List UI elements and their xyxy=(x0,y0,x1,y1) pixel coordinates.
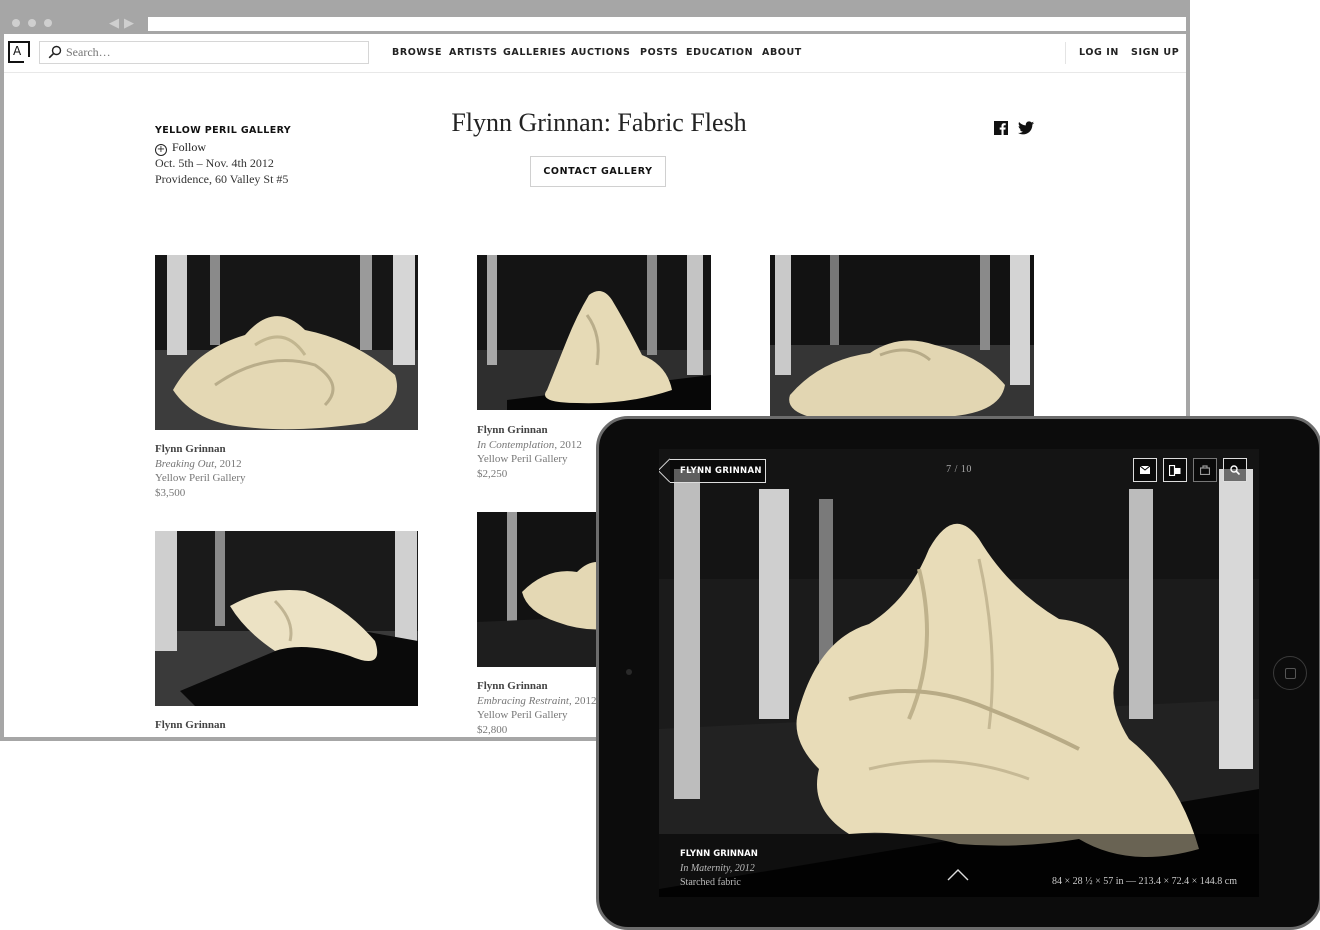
artwork-artist-link[interactable]: Flynn Grinnan xyxy=(155,442,246,457)
signup-link[interactable]: SIGN UP xyxy=(1131,47,1179,58)
plus-circle-icon: + xyxy=(155,144,167,156)
search-icon xyxy=(1230,465,1240,475)
top-nav: A BROWSE ARTISTS GALLERIES AUCTIONS POST… xyxy=(4,34,1186,73)
artwork-price: $2,250 xyxy=(477,467,508,480)
caption-title: In Maternity, 2012 xyxy=(680,862,755,874)
tablet-home-button[interactable] xyxy=(1273,656,1307,690)
sculpture-photo xyxy=(155,531,418,706)
artwork-artist-link[interactable]: Flynn Grinnan xyxy=(477,679,596,694)
artsy-logo-icon[interactable]: A xyxy=(8,41,30,63)
sculpture-photo xyxy=(155,255,418,430)
image-pager: 7 / 10 xyxy=(946,464,972,475)
search-box[interactable] xyxy=(39,41,369,64)
artwork-caption: Flynn Grinnan In Contemplation, 2012 Yel… xyxy=(477,423,582,481)
browser-chrome: ◀ ▶ xyxy=(4,0,1186,34)
window-close-dot[interactable] xyxy=(12,19,20,27)
artwork-image-in-contemplation[interactable] xyxy=(477,255,711,410)
bag-icon xyxy=(1200,465,1210,475)
nav-artists[interactable]: ARTISTS xyxy=(449,47,498,58)
artwork-caption: Flynn Grinnan Embracing Restraint, 2012 … xyxy=(477,679,596,737)
back-to-artist-button[interactable]: FLYNN GRINNAN xyxy=(670,459,766,483)
artwork-caption: Flynn Grinnan Breaking Out, 2012 Yellow … xyxy=(155,442,246,500)
artwork-dimensions: 84 × 28 ½ × 57 in — 213.4 × 72.4 × 144.8… xyxy=(1051,876,1237,887)
tablet-caption: FLYNN GRINNAN In Maternity, 2012 Starche… xyxy=(680,847,758,891)
chevron-up-icon[interactable] xyxy=(947,869,969,881)
tablet-screen: FLYNN GRINNAN 7 / 10 FLYNN GRINNAN In Ma… xyxy=(659,449,1259,897)
nav-posts[interactable]: POSTS xyxy=(640,47,678,58)
artwork-image-4[interactable] xyxy=(155,531,418,706)
window-zoom-dot[interactable] xyxy=(44,19,52,27)
contact-gallery-button[interactable]: CONTACT GALLERY xyxy=(530,156,666,187)
artwork-gallery: Yellow Peril Gallery xyxy=(155,472,246,484)
twitter-icon[interactable] xyxy=(1018,121,1034,135)
artwork-gallery: Yellow Peril Gallery xyxy=(477,709,568,721)
share-icon xyxy=(1169,464,1181,476)
artwork-price: $2,800 xyxy=(477,723,508,736)
tablet-camera xyxy=(626,669,632,675)
nav-browse[interactable]: BROWSE xyxy=(392,47,442,58)
mail-button[interactable] xyxy=(1133,458,1157,482)
share-button[interactable] xyxy=(1163,458,1187,482)
gallery-name-link[interactable]: YELLOW PERIL GALLERY xyxy=(155,125,291,136)
mail-icon xyxy=(1140,466,1150,474)
search-input[interactable] xyxy=(66,43,356,62)
follow-button[interactable]: + Follow xyxy=(155,140,206,156)
nav-auctions[interactable]: AUCTIONS xyxy=(571,47,630,58)
search-button[interactable] xyxy=(1223,458,1247,482)
sculpture-photo xyxy=(770,255,1034,417)
nav-galleries[interactable]: GALLERIES xyxy=(503,47,566,58)
artwork-gallery: Yellow Peril Gallery xyxy=(477,453,568,465)
artwork-price: $3,500 xyxy=(155,486,186,499)
artwork-title[interactable]: Embracing Restraint xyxy=(477,695,569,707)
artwork-fullscreen-image[interactable] xyxy=(659,449,1259,897)
artwork-year: , 2012 xyxy=(554,438,582,451)
browser-back-icon[interactable]: ◀ xyxy=(109,16,119,31)
artwork-artist-link[interactable]: Flynn Grinnan xyxy=(477,423,582,438)
follow-label: Follow xyxy=(172,140,207,154)
nav-divider xyxy=(1065,42,1066,64)
bag-button[interactable] xyxy=(1193,458,1217,482)
window-minimize-dot[interactable] xyxy=(28,19,36,27)
url-bar[interactable] xyxy=(148,17,1186,31)
show-dates: Oct. 5th – Nov. 4th 2012 xyxy=(155,156,274,170)
artwork-artist-link[interactable]: Flynn Grinnan xyxy=(155,718,226,733)
back-label: FLYNN GRINNAN xyxy=(680,466,762,476)
browser-forward-icon[interactable]: ▶ xyxy=(124,16,134,31)
artwork-year: , 2012 xyxy=(214,457,242,470)
sculpture-photo xyxy=(477,255,711,410)
show-location: Providence, 60 Valley St #5 xyxy=(155,172,289,186)
page-title: Flynn Grinnan: Fabric Flesh xyxy=(451,108,747,137)
facebook-icon[interactable] xyxy=(994,121,1008,135)
artwork-image-3[interactable] xyxy=(770,255,1034,417)
artwork-title[interactable]: In Contemplation xyxy=(477,439,554,451)
login-link[interactable]: LOG IN xyxy=(1079,47,1119,58)
nav-education[interactable]: EDUCATION xyxy=(686,47,753,58)
artwork-image-breaking-out[interactable] xyxy=(155,255,418,430)
artwork-caption: Flynn Grinnan xyxy=(155,718,226,733)
search-icon xyxy=(48,45,62,59)
caption-artist[interactable]: FLYNN GRINNAN xyxy=(680,847,758,862)
artwork-title[interactable]: Breaking Out xyxy=(155,458,214,470)
nav-about[interactable]: ABOUT xyxy=(762,47,802,58)
caption-medium: Starched fabric xyxy=(680,877,741,888)
artwork-year: , 2012 xyxy=(568,694,597,707)
